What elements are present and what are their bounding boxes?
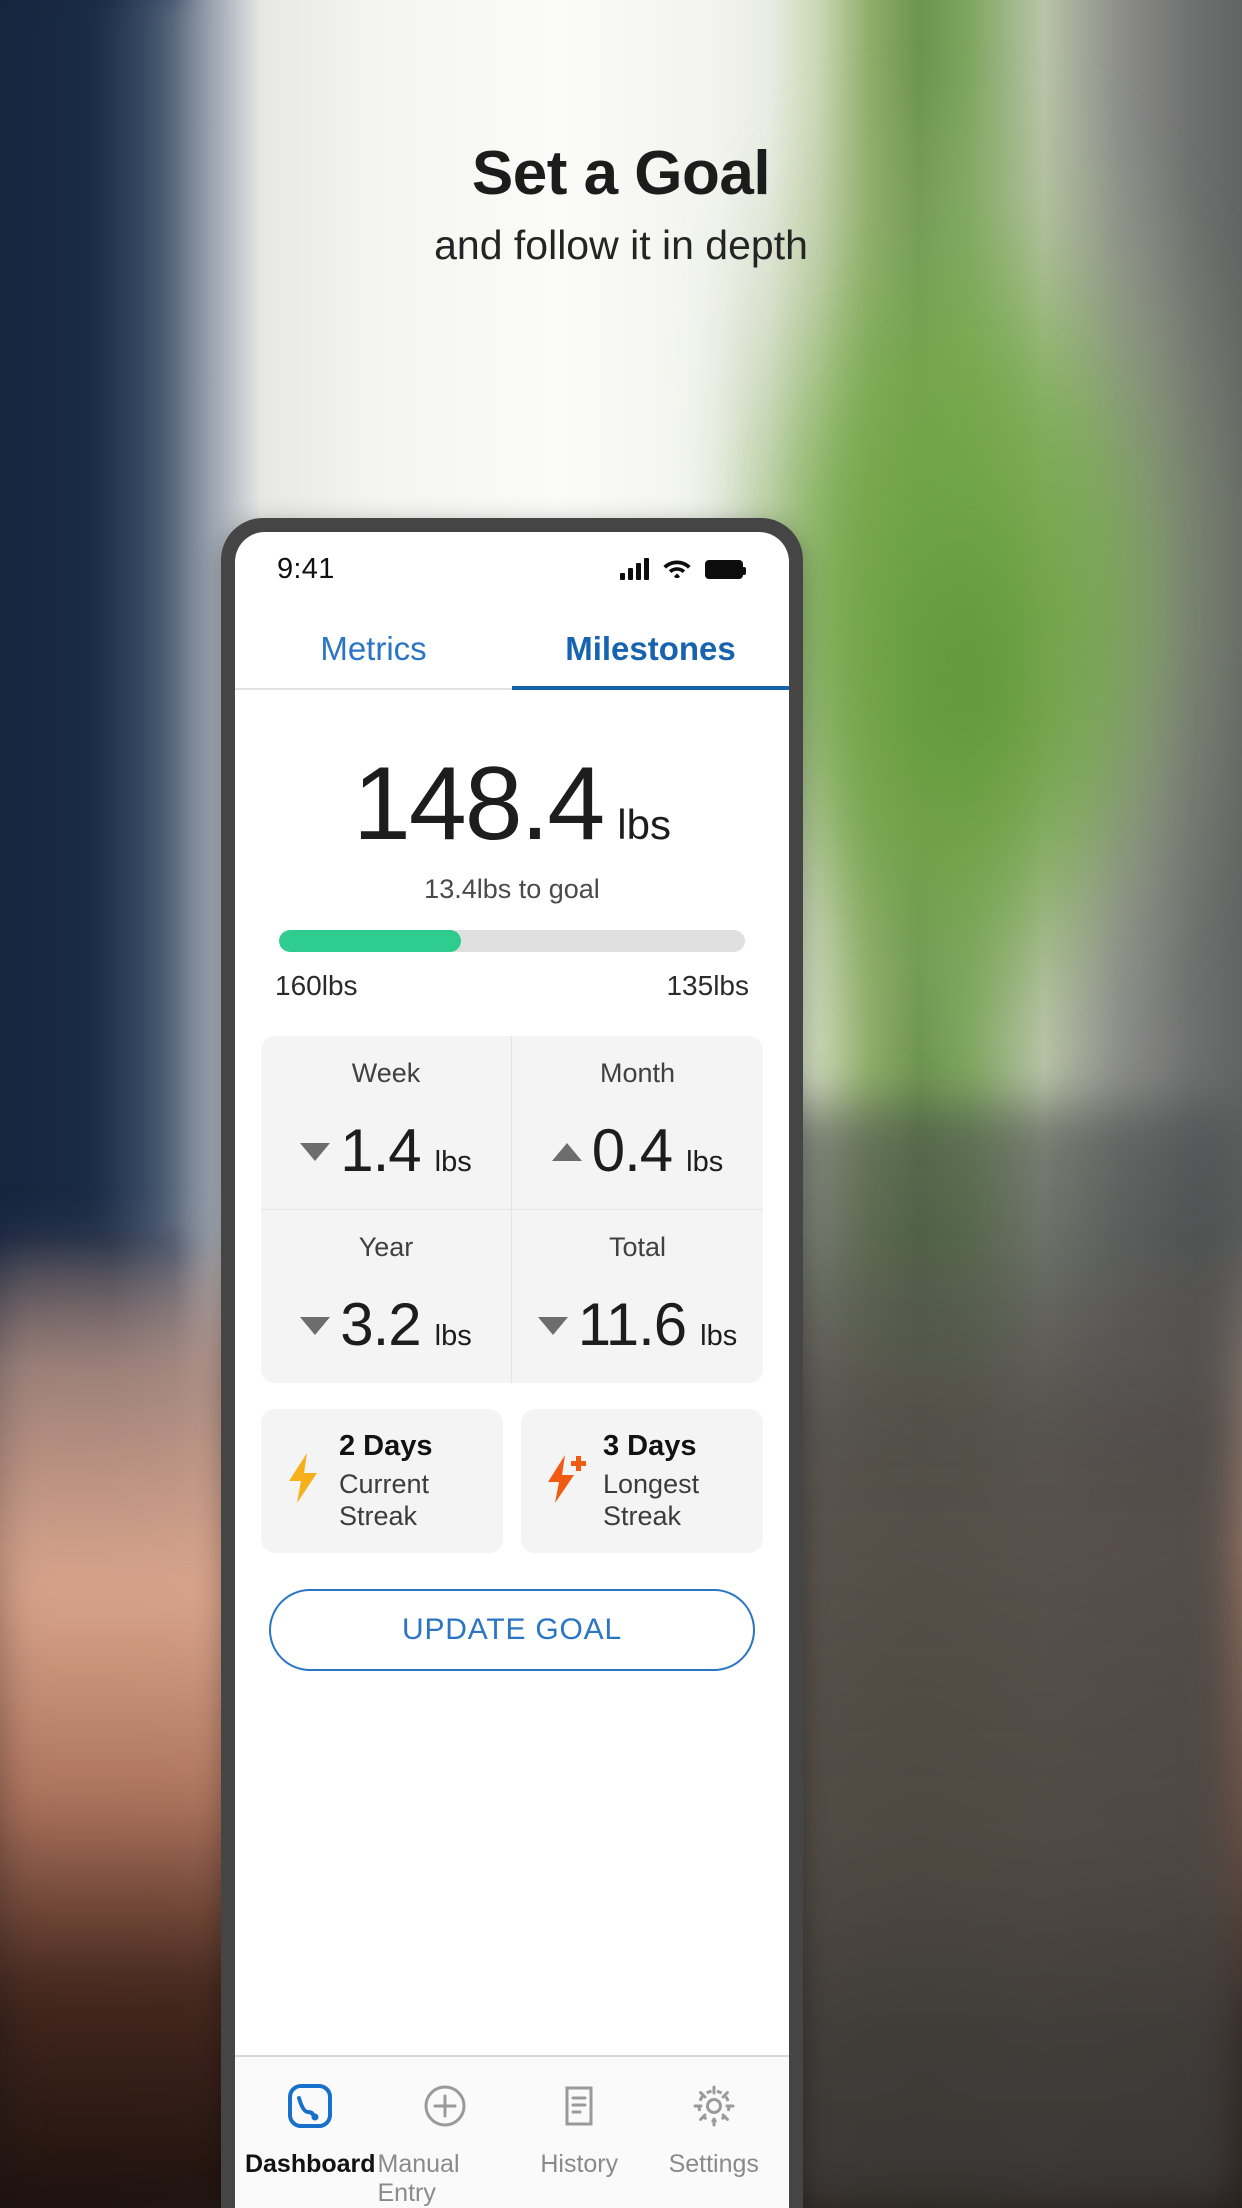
metric-cell-month: Month 0.4 lbs (512, 1036, 763, 1210)
bolt-icon (283, 1452, 323, 1509)
promo-screenshot: Set a Goal and follow it in depth 9:41 M… (0, 0, 1242, 2208)
status-icon-group (620, 556, 746, 583)
current-streak-caption: Current Streak (339, 1468, 430, 1532)
metric-label: Week (351, 1058, 421, 1088)
nav-label-manual-entry: Manual Entry (377, 2150, 460, 2207)
update-goal-button[interactable]: UPDATE GOAL (269, 1588, 755, 1671)
nav-item-settings[interactable]: Settings (647, 2083, 782, 2208)
metric-value-row: 3.2 lbs (271, 1295, 501, 1355)
metric-unit: lbs (434, 1320, 472, 1352)
trend-down-icon (300, 1317, 331, 1335)
nav-label-dashboard: Dashboard (244, 2150, 376, 2178)
trend-down-icon (300, 1143, 331, 1161)
metric-unit: lbs (686, 1146, 724, 1178)
gear-icon (691, 2083, 737, 2134)
to-goal-text: 13.4lbs to goal (424, 874, 600, 904)
tab-bar: Metrics Milestones (235, 606, 789, 690)
nav-label-settings: Settings (668, 2150, 759, 2178)
longest-streak-caption: Longest Streak (603, 1468, 700, 1532)
longest-streak-card: 3 Days Longest Streak (521, 1409, 763, 1553)
metric-number: 1.4 (340, 1117, 421, 1184)
streak-row: 2 Days Current Streak 3 Days Longest Str… (261, 1409, 763, 1553)
bolt-plus-icon (543, 1452, 587, 1509)
background-dark-region (745, 1104, 1242, 2208)
promo-copy: Set a Goal and follow it in depth (0, 139, 1242, 269)
longest-streak-text: 3 Days Longest Streak (603, 1429, 747, 1533)
metric-number: 11.6 (577, 1291, 687, 1358)
status-time: 9:41 (277, 552, 335, 585)
wifi-icon (662, 556, 692, 583)
status-bar: 9:41 (235, 532, 789, 606)
goal-range-end: 135lbs (666, 970, 749, 1001)
phone-screen: 9:41 Metrics Milestones 148.4 lbs 13.4lb… (235, 532, 789, 2208)
current-weight-unit: lbs (617, 801, 671, 848)
goal-progress-fill (279, 930, 461, 952)
nav-item-manual-entry[interactable]: Manual Entry (378, 2083, 513, 2208)
longest-streak-days: 3 Days (603, 1430, 697, 1462)
current-streak-text: 2 Days Current Streak (339, 1429, 487, 1533)
dashboard-icon (287, 2083, 333, 2134)
document-icon (556, 2083, 602, 2134)
trend-down-icon (537, 1317, 568, 1335)
background-plant-blur-2 (782, 353, 1156, 1016)
bottom-navigation: Dashboard Manual Entry History Settings (235, 2055, 789, 2208)
battery-icon (705, 559, 746, 579)
goal-range-start: 160lbs (275, 970, 358, 1001)
promo-subheadline: and follow it in depth (434, 222, 808, 269)
milestones-content: 148.4 lbs 13.4lbs to goal 160lbs 135lbs … (235, 690, 789, 2055)
metric-cell-year: Year 3.2 lbs (261, 1210, 512, 1383)
metric-unit: lbs (700, 1320, 738, 1352)
nav-item-dashboard[interactable]: Dashboard (243, 2083, 378, 2208)
trend-up-icon (551, 1143, 582, 1161)
metric-value-row: 11.6 lbs (522, 1295, 753, 1355)
current-streak-days: 2 Days (339, 1430, 433, 1462)
metric-label: Year (358, 1232, 414, 1262)
phone-mockup: 9:41 Metrics Milestones 148.4 lbs 13.4lb… (221, 518, 803, 2208)
metric-unit: lbs (434, 1146, 472, 1178)
current-streak-card: 2 Days Current Streak (261, 1409, 503, 1553)
tab-metrics[interactable]: Metrics (235, 606, 512, 688)
metric-value-row: 0.4 lbs (522, 1121, 753, 1181)
metric-number: 3.2 (340, 1291, 421, 1358)
nav-label-history: History (540, 2150, 619, 2178)
promo-headline: Set a Goal (471, 139, 771, 208)
metric-label: Total (608, 1232, 667, 1262)
metric-cell-total: Total 11.6 lbs (512, 1210, 763, 1383)
metric-cell-week: Week 1.4 lbs (261, 1036, 512, 1210)
metric-value-row: 1.4 lbs (271, 1121, 501, 1181)
nav-item-history[interactable]: History (512, 2083, 647, 2208)
metric-number: 0.4 (591, 1117, 673, 1184)
goal-range: 160lbs 135lbs (275, 970, 749, 1002)
current-weight-value: 148.4 (353, 746, 605, 862)
metric-label: Month (599, 1058, 676, 1088)
goal-progress-bar (279, 930, 745, 952)
signal-icon (620, 558, 649, 580)
plus-circle-icon (422, 2083, 468, 2134)
current-weight: 148.4 lbs (261, 752, 763, 856)
metrics-grid: Week 1.4 lbs Month 0.4 lbs Year 3.2 lbs … (261, 1036, 763, 1383)
tab-milestones[interactable]: Milestones (512, 606, 789, 690)
